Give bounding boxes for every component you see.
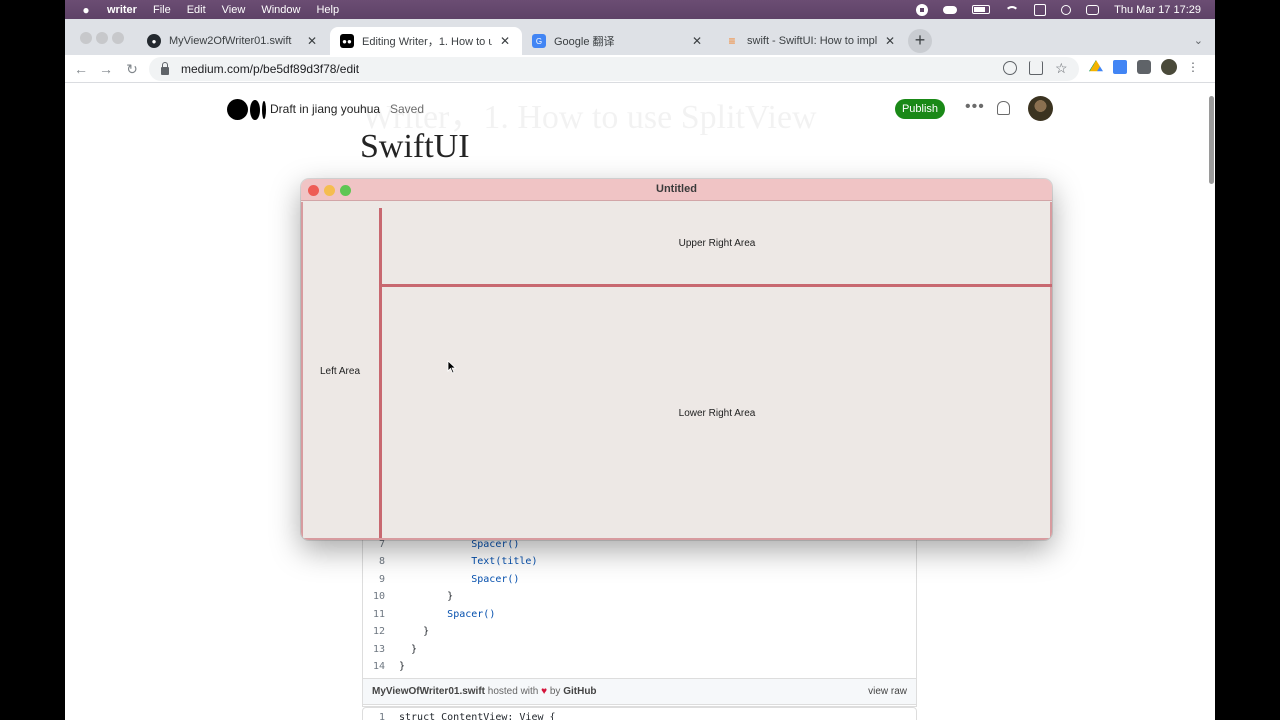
tab-label: swift - SwiftUI: How to implem [747, 35, 877, 47]
notifications-bell-icon[interactable] [997, 101, 1010, 115]
medium-icon: ●● [340, 34, 354, 48]
article-heading[interactable]: SwiftUI [360, 128, 470, 166]
code-line: 10 } [372, 591, 454, 602]
browser-menu-icon[interactable]: ⋮ [1187, 60, 1199, 74]
close-icon[interactable]: ✕ [305, 34, 319, 48]
gist-meta: MyViewOfWriter01.swift hosted with ♥ by … [372, 686, 597, 697]
code-line: 8 Text(title) [378, 556, 538, 567]
tab-medium-editor[interactable]: ●● Editing Writer，1. How to use S ✕ [330, 27, 522, 55]
battery-icon[interactable] [972, 5, 991, 14]
screen-recording-icon[interactable] [916, 3, 929, 16]
heart-icon: ♥ [541, 686, 548, 697]
menu-app-name[interactable]: writer [107, 4, 137, 16]
desktop-screen: ● writer File Edit View Window Help Thu … [65, 0, 1215, 720]
browser-zoom-button[interactable] [112, 32, 124, 44]
github-link[interactable]: GitHub [563, 686, 596, 697]
browser-minimize-button[interactable] [96, 32, 108, 44]
menu-edit[interactable]: Edit [187, 4, 206, 16]
tab-google-translate[interactable]: G Google 翻译 ✕ [522, 27, 714, 55]
cloud-icon[interactable] [943, 5, 958, 14]
share-icon[interactable] [1029, 61, 1043, 75]
saved-status: Saved [390, 102, 425, 116]
window-left-edge [301, 202, 303, 540]
tab-label: Editing Writer，1. How to use S [362, 36, 492, 48]
code-line: 13 } [372, 644, 418, 655]
close-icon[interactable]: ✕ [498, 34, 512, 48]
bookmark-star-icon[interactable]: ☆ [1055, 61, 1069, 75]
tab-search-chevron-icon[interactable]: ⌄ [1194, 34, 1203, 47]
code-line: 11 Spacer() [372, 609, 496, 620]
menu-clock[interactable]: Thu Mar 17 17:29 [1114, 4, 1201, 16]
gist-filename-link[interactable]: MyViewOfWriter01.swift [372, 686, 485, 697]
publish-button[interactable]: Publish [895, 99, 945, 119]
page-scrollbar[interactable] [1209, 96, 1214, 184]
new-tab-button[interactable]: + [908, 29, 932, 53]
browser-tab-strip: ● MyView2OfWriter01.swift ✕ ●● Editing W… [65, 19, 1215, 55]
control-center-icon[interactable] [1086, 4, 1100, 15]
mouse-pointer-icon [447, 360, 457, 374]
code-line: 14} [372, 661, 406, 672]
spotlight-search-icon[interactable] [1061, 4, 1072, 15]
more-options-icon[interactable]: ••• [965, 98, 985, 116]
window-titlebar[interactable]: Untitled [301, 179, 1052, 201]
draft-label: Draft in jiang youhua [270, 102, 381, 116]
tab-label: MyView2OfWriter01.swift [169, 35, 292, 47]
reload-icon[interactable]: ↻ [122, 59, 142, 79]
input-method-icon[interactable] [1034, 3, 1047, 16]
github-icon: ● [147, 34, 161, 48]
tab-label: Google 翻译 [554, 36, 615, 48]
translate-extension-icon[interactable] [1113, 60, 1127, 74]
address-bar[interactable]: medium.com/p/be5df89d3f78/edit ☆ [149, 57, 1079, 81]
forward-arrow-icon[interactable]: → [96, 59, 116, 79]
close-icon[interactable]: ✕ [690, 34, 704, 48]
tracking-eye-off-icon[interactable] [1003, 61, 1017, 75]
window-bottom-edge [301, 538, 1052, 540]
url-text[interactable]: medium.com/p/be5df89d3f78/edit [181, 62, 359, 76]
swiftui-app-window: Untitled Left Area Upper Right Area Lowe… [301, 179, 1052, 540]
user-avatar[interactable] [1028, 96, 1053, 121]
wifi-icon[interactable] [1005, 5, 1020, 14]
medium-logo[interactable] [227, 99, 266, 120]
upper-right-area-label: Upper Right Area [678, 238, 756, 249]
stackoverflow-icon: ≡ [728, 34, 736, 48]
lower-right-area-label: Lower Right Area [678, 408, 756, 419]
view-raw-link[interactable]: view raw [868, 686, 907, 697]
apple-menu-icon[interactable]: ● [79, 0, 93, 19]
left-area-pane[interactable]: Left Area [301, 202, 379, 540]
gist-footer: MyViewOfWriter01.swift hosted with ♥ by … [362, 678, 917, 705]
code-line: 9 Spacer() [378, 574, 520, 585]
menu-bar: ● writer File Edit View Window Help Thu … [65, 0, 1215, 19]
google-drive-icon[interactable] [1089, 60, 1103, 72]
code-gist-2: 1 struct ContentView: View { [362, 707, 917, 720]
back-arrow-icon[interactable]: ← [71, 59, 91, 79]
upper-right-area-pane[interactable]: Upper Right Area [382, 202, 1052, 285]
browser-close-button[interactable] [80, 32, 92, 44]
menu-window[interactable]: Window [261, 4, 300, 16]
extensions-puzzle-icon[interactable] [1137, 60, 1151, 74]
profile-avatar-icon[interactable] [1161, 59, 1177, 75]
close-icon[interactable]: ✕ [883, 34, 897, 48]
menu-help[interactable]: Help [316, 4, 339, 16]
menu-view[interactable]: View [222, 4, 246, 16]
google-translate-icon: G [532, 34, 546, 48]
browser-toolbar: ← → ↻ medium.com/p/be5df89d3f78/edit ☆ ⋮ [65, 55, 1215, 83]
code-line: 12 } [372, 626, 430, 637]
window-right-edge [1050, 202, 1052, 540]
window-title: Untitled [656, 183, 697, 195]
menu-file[interactable]: File [153, 4, 171, 16]
left-area-label: Left Area [319, 365, 361, 377]
tab-stackoverflow[interactable]: ≡ swift - SwiftUI: How to implem ✕ [715, 27, 907, 55]
tab-github-file[interactable]: ● MyView2OfWriter01.swift ✕ [137, 27, 329, 55]
lock-icon[interactable] [161, 62, 169, 75]
medium-editor-header: Writer，1. How to use SplitView Draft in … [65, 84, 1215, 136]
code-line: 1 struct ContentView: View { [378, 712, 556, 720]
lower-right-area-pane[interactable]: Lower Right Area [382, 287, 1052, 540]
